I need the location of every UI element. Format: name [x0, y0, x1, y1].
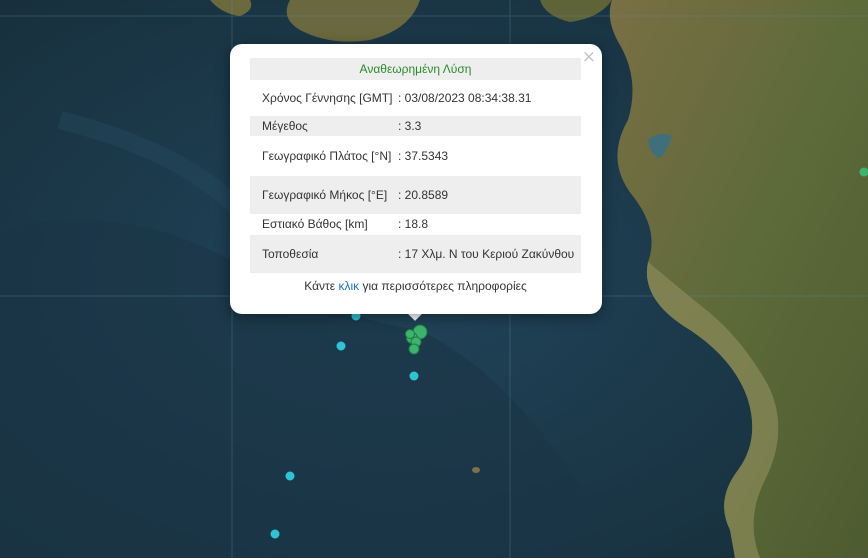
marker-green[interactable] — [405, 329, 415, 339]
close-icon[interactable]: × — [582, 48, 596, 66]
row-label: Τοποθεσία — [250, 235, 395, 273]
row-label: Μέγεθος — [250, 116, 395, 136]
marker-cyan[interactable] — [336, 341, 346, 351]
more-info-line: Κάντε κλικ για περισσότερες πληροφορίες — [250, 279, 581, 293]
event-popup: × Αναθεωρημένη Λύση Χρόνος Γέννησης [GMT… — [230, 44, 602, 314]
row-value: : 03/08/2023 08:34:38.31 — [398, 90, 532, 105]
row-value: : 20.8589 — [395, 176, 581, 214]
more-info-prefix: Κάντε — [304, 279, 336, 293]
table-row: Μέγεθος : 3.3 — [250, 116, 581, 136]
table-row: Γεωγραφικό Μήκος [°E] : 20.8589 — [250, 176, 581, 214]
row-value: : 37.5343 — [398, 148, 449, 163]
row-label: Γεωγραφικό Πλάτος [°N] — [262, 148, 392, 163]
islet — [472, 467, 480, 473]
popup-title: Αναθεωρημένη Λύση — [250, 58, 581, 80]
table-row: Εστιακό Βάθος [km] : 18.8 — [250, 214, 581, 235]
more-info-suffix: για περισσότερες πληροφορίες — [362, 279, 527, 293]
row-label: Χρόνος Γέννησης [GMT] — [262, 90, 393, 105]
row-label: Εστιακό Βάθος [km] — [262, 217, 368, 231]
table-row: Γεωγραφικό Πλάτος [°N] : 37.5343 — [250, 136, 581, 176]
table-row: Χρόνος Γέννησης [GMT] : 03/08/2023 08:34… — [250, 80, 581, 116]
row-value: : 17 Χλμ. N του Κεριού Ζακύνθου — [395, 235, 581, 273]
marker-cyan[interactable] — [409, 371, 419, 381]
marker-green[interactable] — [408, 343, 420, 355]
marker-cyan[interactable] — [285, 471, 295, 481]
marker-cyan[interactable] — [270, 529, 280, 539]
more-info-link[interactable]: κλικ — [338, 279, 359, 293]
row-value: : 18.8 — [398, 217, 429, 231]
row-label: Γεωγραφικό Μήκος [°E] — [250, 176, 395, 214]
event-details-table: Αναθεωρημένη Λύση Χρόνος Γέννησης [GMT] … — [250, 58, 581, 273]
row-value: : 3.3 — [395, 116, 581, 136]
table-row: Τοποθεσία : 17 Χλμ. N του Κεριού Ζακύνθο… — [250, 235, 581, 273]
